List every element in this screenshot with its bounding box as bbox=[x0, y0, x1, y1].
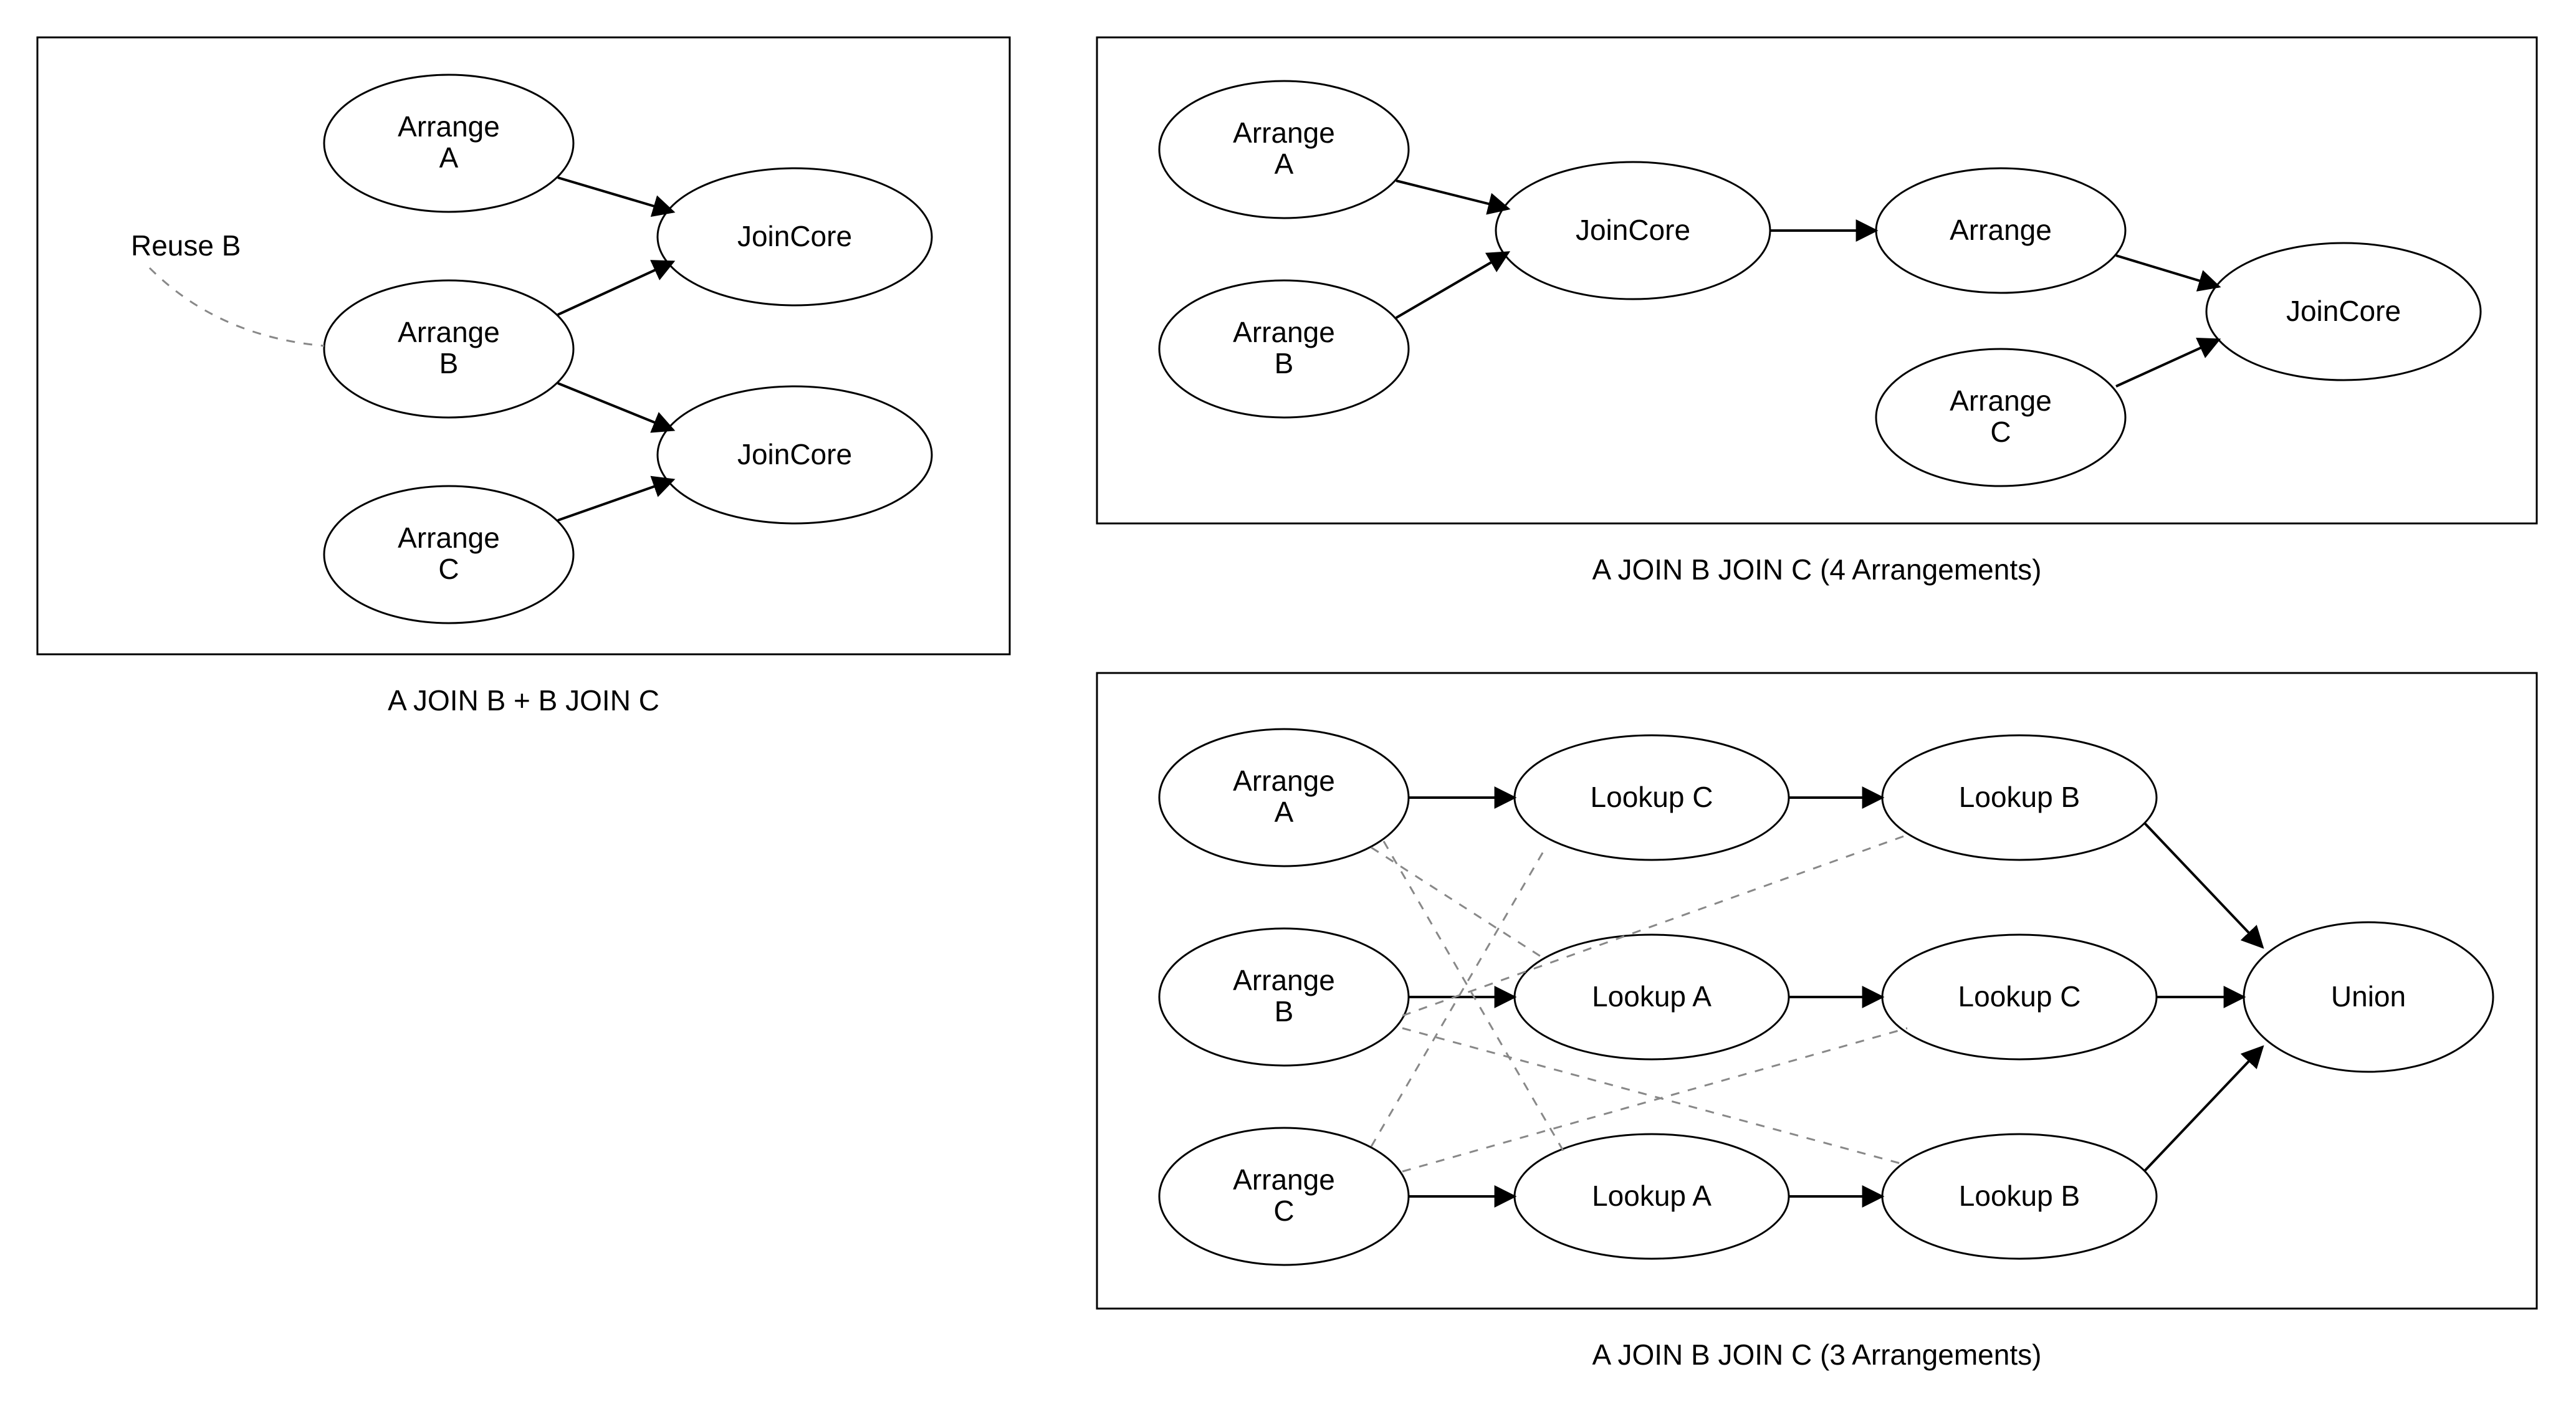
br-node-lookup-a-row2: Lookup A bbox=[1515, 935, 1789, 1059]
node-arrange-b: ArrangeB bbox=[324, 280, 573, 417]
br-edge-r1-union bbox=[2144, 823, 2262, 947]
node-arrange-c: ArrangeC bbox=[324, 486, 573, 623]
tr-edge-b-j1 bbox=[1396, 252, 1508, 318]
br-node-lookup-c-row2: Lookup C bbox=[1882, 935, 2157, 1059]
edge-a-to-join1 bbox=[558, 178, 673, 212]
br-node-lookup-c-row1: Lookup C bbox=[1515, 735, 1789, 860]
tr-node-joincore-2-label: JoinCore bbox=[2286, 295, 2401, 327]
tr-node-joincore-1-label: JoinCore bbox=[1576, 214, 1690, 246]
tr-node-arrange: Arrange bbox=[1876, 168, 2125, 293]
br-node-lookup-a-row3-label: Lookup A bbox=[1592, 1180, 1712, 1212]
br-node-lookup-c-row2-label: Lookup C bbox=[1958, 980, 2081, 1013]
br-node-arrange-a: ArrangeA bbox=[1159, 729, 1409, 866]
edge-b-to-join1 bbox=[558, 262, 673, 315]
diagram-top-right: ArrangeA ArrangeB JoinCore Arrange Arran… bbox=[1097, 37, 2537, 586]
node-joincore-1-label: JoinCore bbox=[737, 220, 852, 252]
br-node-lookup-a-row3: Lookup A bbox=[1515, 1134, 1789, 1259]
tr-node-joincore-1: JoinCore bbox=[1496, 162, 1770, 299]
tr-node-arrange-label: Arrange bbox=[1950, 214, 2052, 246]
caption-bottom-right: A JOIN B JOIN C (3 Arrangements) bbox=[1592, 1338, 2042, 1371]
br-node-union-label: Union bbox=[2331, 980, 2406, 1013]
tr-edge-c-j2 bbox=[2116, 340, 2219, 386]
diagram-left: ArrangeA JoinCore ArrangeB JoinCore Arra… bbox=[37, 37, 1010, 717]
node-joincore-2: JoinCore bbox=[658, 386, 932, 523]
diagram-bottom-right: ArrangeA ArrangeB ArrangeC Lookup C Look… bbox=[1097, 673, 2537, 1371]
node-joincore-2-label: JoinCore bbox=[737, 438, 852, 470]
node-joincore-1: JoinCore bbox=[658, 168, 932, 305]
br-dash-1 bbox=[1371, 847, 1546, 960]
tr-node-joincore-2: JoinCore bbox=[2206, 243, 2481, 380]
caption-top-right: A JOIN B JOIN C (4 Arrangements) bbox=[1592, 553, 2042, 586]
br-node-lookup-b-row1: Lookup B bbox=[1882, 735, 2157, 860]
br-node-union: Union bbox=[2244, 922, 2493, 1072]
edge-c-to-join2 bbox=[558, 480, 673, 520]
br-edge-r3-union bbox=[2144, 1047, 2262, 1171]
tr-node-arrange-b: ArrangeB bbox=[1159, 280, 1409, 417]
node-arrange-a: ArrangeA bbox=[324, 75, 573, 212]
tr-node-arrange-a: ArrangeA bbox=[1159, 81, 1409, 218]
caption-left: A JOIN B + B JOIN C bbox=[388, 684, 659, 717]
tr-edge-a-j1 bbox=[1396, 181, 1508, 209]
edge-b-to-join2 bbox=[558, 383, 673, 430]
br-node-lookup-b-row3-label: Lookup B bbox=[1959, 1180, 2080, 1212]
reuse-b-label: Reuse B bbox=[131, 229, 241, 262]
diagram-canvas: ArrangeA JoinCore ArrangeB JoinCore Arra… bbox=[0, 0, 2576, 1417]
br-node-arrange-b: ArrangeB bbox=[1159, 928, 1409, 1066]
br-node-lookup-a-row2-label: Lookup A bbox=[1592, 980, 1712, 1013]
tr-edge-arr-j2 bbox=[2116, 255, 2219, 287]
br-node-lookup-b-row1-label: Lookup B bbox=[1959, 781, 2080, 813]
br-node-lookup-c-row1-label: Lookup C bbox=[1591, 781, 1713, 813]
br-node-lookup-b-row3: Lookup B bbox=[1882, 1134, 2157, 1259]
br-node-arrange-c: ArrangeC bbox=[1159, 1128, 1409, 1265]
tr-node-arrange-c: ArrangeC bbox=[1876, 349, 2125, 486]
reuse-b-dashed-line bbox=[150, 268, 324, 346]
